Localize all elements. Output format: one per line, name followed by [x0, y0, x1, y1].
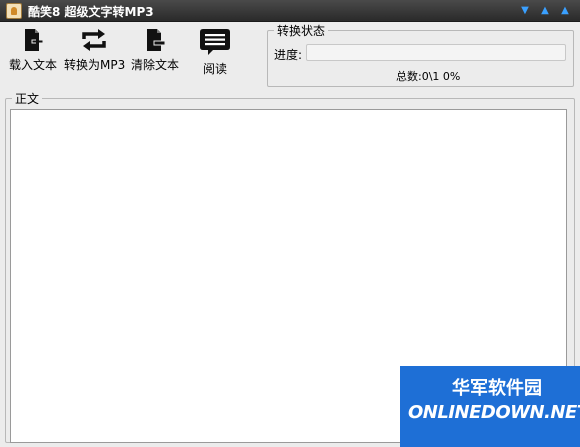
- clear-text-label: 清除文本: [130, 58, 179, 72]
- app-icon: [6, 3, 22, 19]
- conversion-status-group: 转换状态 进度: 总数:0\1 0%: [267, 22, 574, 87]
- watermark-cn-text: 华军软件园: [452, 378, 542, 399]
- window-title: 酷笑8 超级文字转MP3: [28, 5, 154, 19]
- convert-to-mp3-button[interactable]: 转换为MP3: [64, 28, 126, 78]
- text-group-title: 正文: [12, 90, 43, 107]
- progress-label: 进度:: [274, 48, 303, 62]
- title-bar: 酷笑8 超级文字转MP3 ▼ ▲ ▲: [0, 0, 580, 22]
- convert-label: 转换为MP3: [64, 58, 126, 72]
- watermark-en-text: ONLINEDOWN.NET: [408, 402, 580, 423]
- convert-arrows-icon: [82, 29, 106, 51]
- chevron-up-icon[interactable]: ▲: [538, 4, 552, 18]
- chevron-down-icon[interactable]: ▼: [518, 4, 532, 18]
- add-document-icon: [25, 29, 44, 51]
- total-count-text: 总数:0\1 0%: [396, 70, 461, 83]
- load-text-label: 载入文本: [8, 58, 57, 72]
- clear-text-button[interactable]: 清除文本: [129, 28, 181, 78]
- load-text-button[interactable]: 载入文本: [8, 28, 58, 78]
- clear-document-icon: [147, 29, 166, 51]
- chevron-up-icon[interactable]: ▲: [558, 4, 572, 18]
- progress-bar: [306, 44, 566, 61]
- speech-bubble-icon: [200, 29, 230, 55]
- onlinedown-watermark-logo: 华军软件园 ONLINEDOWN.NET: [400, 366, 580, 447]
- read-button[interactable]: 阅读: [195, 28, 235, 78]
- status-group-title: 转换状态: [274, 22, 329, 39]
- read-label: 阅读: [202, 62, 227, 76]
